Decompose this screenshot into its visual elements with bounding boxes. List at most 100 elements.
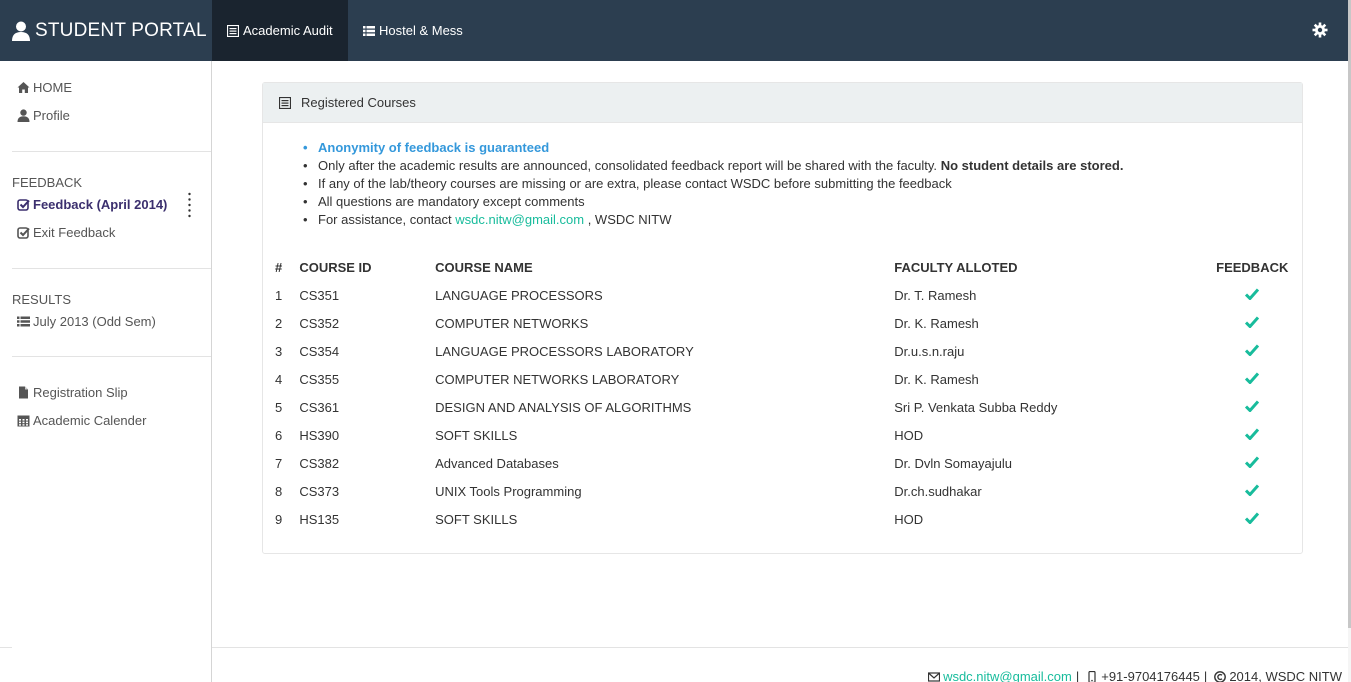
cell-feedback [1208,365,1297,393]
panel-heading: Registered Courses [263,83,1302,123]
note-mandatory: All questions are mandatory except comme… [303,193,1123,211]
table-row: 5 CS361 DESIGN AND ANALYSIS OF ALGORITHMS S… [267,393,1297,421]
file-icon [19,386,28,399]
cell-course-id: CS354 [299,343,340,359]
registered-courses-panel: Registered Courses Anonymity of feedback… [262,82,1303,554]
sidebar-divider [12,268,211,269]
cell-no: 4 [275,371,283,387]
sidebar-item-july-2013[interactable]: July 2013 (Odd Sem) [17,314,156,329]
footer-email-link[interactable]: wsdc.nitw@gmail.com [943,669,1072,682]
cell-course-name: DESIGN AND ANALYSIS OF ALGORITHMS [435,399,692,415]
gear-icon[interactable] [1312,22,1328,38]
note-results: Only after the academic results are anno… [303,157,1124,175]
nav-hostel-mess[interactable]: Hostel & Mess [348,0,478,61]
cell-no: 2 [275,315,283,331]
cell-feedback [1208,309,1297,337]
sidebar-border [211,61,212,682]
list-alt-icon [227,24,239,37]
sidebar-item-feedback-april-2014[interactable]: Feedback (April 2014) [17,197,167,212]
cell-faculty: Sri P. Venkata Subba Reddy [894,399,1058,415]
check-icon [1245,456,1260,468]
cell-course-name: COMPUTER NETWORKS LABORATORY [435,371,680,387]
table-row: 7 CS382 Advanced Databases Dr. Dvln Somayaj… [267,449,1297,477]
table-row: 8 CS373 UNIX Tools Programming Dr.ch.sudhak… [267,477,1297,505]
cell-no: 9 [275,511,283,527]
sidebar-item-exit-feedback[interactable]: Exit Feedback [17,225,115,240]
check-icon [1245,316,1260,328]
table-row: 4 CS355 COMPUTER NETWORKS LABORATORY Dr. K.… [267,365,1297,393]
header-course-name: COURSE NAME [435,259,533,275]
feedback-notes: Anonymity of feedback is guaranteed Only… [303,139,1124,229]
cell-feedback [1208,281,1297,309]
cell-feedback [1208,477,1297,505]
cell-no: 3 [275,343,283,359]
cell-no: 5 [275,399,283,415]
cell-faculty: Dr. K. Ramesh [894,371,979,387]
cell-faculty: Dr. T. Ramesh [894,287,977,303]
cell-faculty: Dr.ch.sudhakar [894,483,982,499]
check-icon [1245,512,1260,524]
home-icon [17,82,30,93]
nav-academic-audit[interactable]: Academic Audit [212,0,348,61]
drag-handle-icon[interactable] [188,192,191,218]
note-assistance-suffix: , WSDC NITW [587,212,672,227]
cell-faculty: Dr. Dvln Somayajulu [894,455,1013,471]
check-icon [1245,372,1260,384]
check-icon [1245,484,1260,496]
brand-title: STUDENT PORTAL [35,19,207,41]
brand[interactable]: STUDENT PORTAL [12,0,207,61]
cell-course-name: LANGUAGE PROCESSORS LABORATORY [435,343,694,359]
cell-feedback [1208,393,1297,421]
sidebar-item-academic-calender[interactable]: Academic Calender [17,413,146,428]
cell-feedback [1208,505,1297,533]
header-faculty: FACULTY ALLOTED [894,259,1018,275]
copyright-icon [1214,670,1227,682]
courses-table: # COURSE ID COURSE NAME FACULTY ALLOTED … [267,253,1297,533]
cell-course-id: CS351 [299,287,340,303]
check-square-icon [17,227,30,239]
sidebar-heading-results: RESULTS [12,292,71,307]
sidebar-item-label: Exit Feedback [33,225,116,240]
note-results-bold: No student details are stored. [940,158,1124,173]
sidebar-item-label: Profile [33,108,70,123]
phone-icon [1088,670,1096,682]
footer-copyright: 2014, WSDC NITW [1229,669,1342,682]
sidebar-item-home[interactable]: HOME [17,80,72,95]
cell-course-name: Advanced Databases [435,455,559,471]
table-row: 3 CS354 LANGUAGE PROCESSORS LABORATORY Dr.u… [267,337,1297,365]
cell-feedback [1208,421,1297,449]
cell-course-id: CS382 [299,455,340,471]
footer-phone: +91-9704176445 [1101,669,1200,682]
cell-no: 1 [275,287,283,303]
footer-divider [212,647,1348,648]
assistance-email-link[interactable]: wsdc.nitw@gmail.com [455,212,584,227]
cell-faculty: HOD [894,427,924,443]
list-icon [17,316,30,327]
sidebar-item-label: July 2013 (Odd Sem) [33,314,156,329]
list-icon [363,25,375,36]
sidebar-item-profile[interactable]: Profile [17,108,70,123]
sidebar-item-label: Academic Calender [33,413,147,428]
check-icon [1245,428,1260,440]
cell-no: 8 [275,483,283,499]
sidebar-heading-feedback: FEEDBACK [12,175,83,190]
table-row: 1 CS351 LANGUAGE PROCESSORS Dr. T. Ramesh [267,281,1297,309]
sidebar-item-label: HOME [33,80,72,95]
note-assistance: For assistance, contact wsdc.nitw@gmail.… [303,211,1123,229]
table-row: 9 HS135 SOFT SKILLS HOD [267,505,1297,533]
cell-course-id: CS361 [299,399,340,415]
sidebar-item-registration-slip[interactable]: Registration Slip [17,385,128,400]
check-square-icon [17,199,30,211]
cell-course-id: CS355 [299,371,340,387]
cell-no: 7 [275,455,283,471]
cell-course-id: HS135 [299,511,340,527]
header-no: # [275,259,283,275]
nav-hostel-mess-label: Hostel & Mess [379,23,463,38]
cell-course-id: CS373 [299,483,340,499]
table-header-row: # COURSE ID COURSE NAME FACULTY ALLOTED … [267,253,1297,281]
user-icon [17,109,30,122]
cell-course-name: SOFT SKILLS [435,427,518,443]
sidebar [0,61,211,682]
nav-academic-audit-label: Academic Audit [243,23,333,38]
table-row: 2 CS352 COMPUTER NETWORKS Dr. K. Ramesh [267,309,1297,337]
